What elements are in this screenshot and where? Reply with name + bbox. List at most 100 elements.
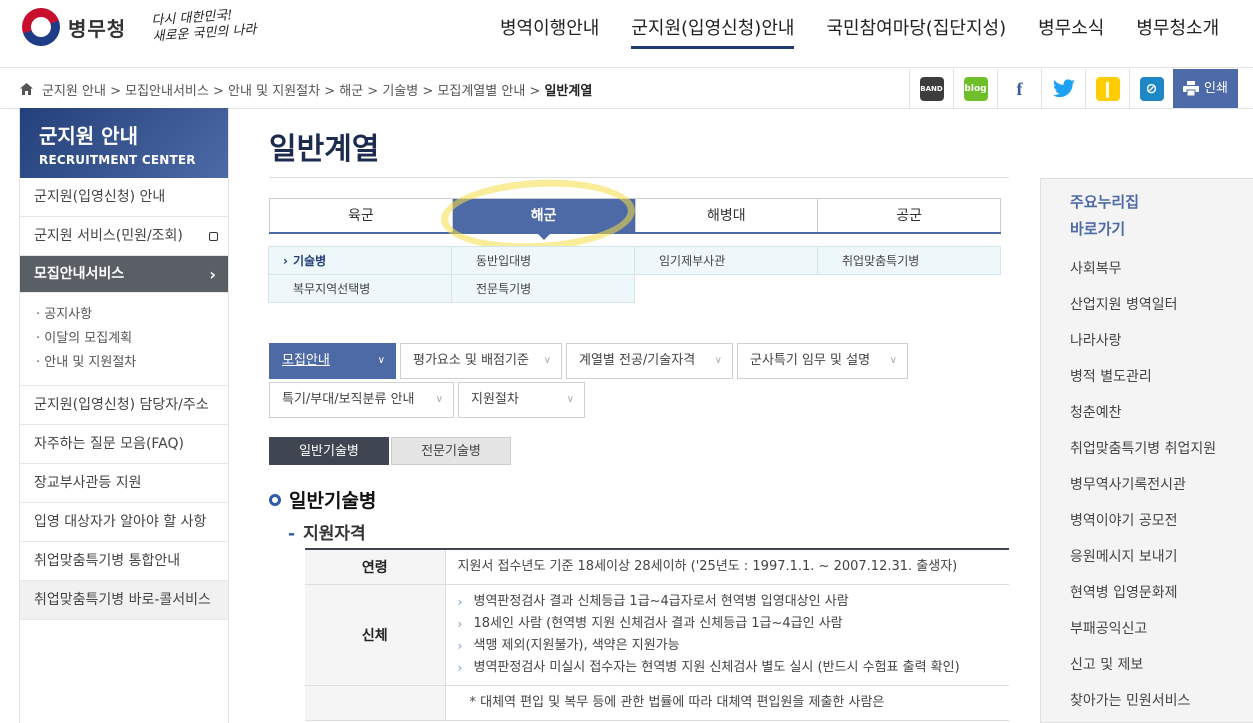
share-bar: BAND blog f ❙ ⊘ 인쇄 <box>909 69 1238 108</box>
divider <box>269 177 1009 178</box>
select-specialty-duty[interactable]: 군사특기 임무 및 설명 ∨ <box>737 343 908 379</box>
tab-airforce[interactable]: 공군 <box>817 199 1001 232</box>
blog-icon: blog <box>963 76 988 101</box>
chevron-down-icon: ∨ <box>543 355 551 366</box>
home-icon[interactable] <box>20 83 33 95</box>
printer-icon <box>1183 81 1200 96</box>
subcat-job-specialty[interactable]: 취업맞춤특기병 <box>817 246 1001 275</box>
quick-link[interactable]: 병무역사기록전시관 <box>1070 467 1253 503</box>
sidebar-title: 군지원 안내 RECRUITMENT CENTER <box>20 108 228 178</box>
sidebar-title-ko: 군지원 안내 <box>39 124 138 148</box>
quick-link[interactable]: 현역병 입영문화제 <box>1070 575 1253 611</box>
main-menu: 병역이행안내 군지원(입영신청)안내 국민참여마당(집단지성) 병무소식 병무청… <box>500 14 1251 49</box>
twitter-button[interactable] <box>1041 69 1085 108</box>
subcat-region-choice[interactable]: 복무지역선택병 <box>268 274 452 303</box>
subcat-professional[interactable]: 전문특기병 <box>451 274 635 303</box>
subcat-companion[interactable]: 동반입대병 <box>451 246 635 275</box>
quick-link[interactable]: 병적 별도관리 <box>1070 359 1253 395</box>
link-icon: ⊘ <box>1139 76 1164 101</box>
breadcrumb-current: 일반계열 <box>544 84 593 99</box>
list-item: 병역판정검사 미실시 접수자는 현역병 지원 신체검사 별도 실시 (반드시 수… <box>458 657 998 679</box>
quick-link[interactable]: 나라사랑 <box>1070 323 1253 359</box>
breadcrumb-item[interactable]: 모집계열별 안내 <box>437 84 525 99</box>
quick-link[interactable]: 응원메시지 보내기 <box>1070 539 1253 575</box>
sidebar-item-recruit-service[interactable]: 모집안내서비스 › <box>20 256 228 293</box>
sidebar-item-enlistment-guide[interactable]: 군지원(입영신청) 안내 <box>20 178 228 217</box>
sidebar-sub-procedure[interactable]: · 안내 및 지원절차 <box>36 351 228 375</box>
sidebar-item-notice-for-enlistees[interactable]: 입영 대상자가 알아야 할 사항 <box>20 503 228 542</box>
table-cell: 병역판정검사 결과 신체등급 1급~4급자로서 현역병 입영대상인 사람 18세… <box>445 584 1009 686</box>
sidebar-sub-notice[interactable]: · 공지사항 <box>36 303 228 327</box>
tech-tabs: 일반기술병 전문기술병 <box>269 437 513 465</box>
list-item: 18세인 사람 (현역병 지원 신체검사 결과 신체등급 1급~4급인 사람 <box>458 613 998 635</box>
row-header: 연령 <box>305 549 446 585</box>
sidebar-item-job-specialty[interactable]: 취업맞춤특기병 통합안내 <box>20 542 228 581</box>
section-heading: 일반기술병 <box>269 486 376 513</box>
blog-button[interactable]: blog <box>953 69 997 108</box>
sidebar-item-direct-call[interactable]: 취업맞춤특기병 바로-콜서비스 <box>20 581 228 620</box>
row-header: 신체 <box>305 584 446 686</box>
facebook-button[interactable]: f <box>997 69 1041 108</box>
sidebar-item-faq[interactable]: 자주하는 질문 모음(FAQ) <box>20 425 228 464</box>
quick-link[interactable]: 산업지원 병역일터 <box>1070 287 1253 323</box>
quick-link[interactable]: 부패공익신고 <box>1070 611 1253 647</box>
menu-participation[interactable]: 국민참여마당(집단지성) <box>826 14 1006 49</box>
select-procedure[interactable]: 지원절차 ∨ <box>458 382 585 418</box>
subcat-term-nco[interactable]: 임기제부사관 <box>634 246 818 275</box>
tab-professional-tech[interactable]: 전문기술병 <box>391 437 511 465</box>
sub-category-grid: 기술병 동반입대병 임기제부사관 취업맞춤특기병 복무지역선택병 전문특기병 <box>268 246 1001 303</box>
select-unit-classification[interactable]: 특기/부대/보직분류 안내 ∨ <box>269 382 454 418</box>
quick-link[interactable]: 청춘예찬 <box>1070 395 1253 431</box>
sidebar-item-officer[interactable]: 장교부사관등 지원 <box>20 464 228 503</box>
sidebar-sub-monthly-plan[interactable]: · 이달의 모집계획 <box>36 327 228 351</box>
quick-link[interactable]: 신고 및 제보 <box>1070 647 1253 683</box>
location-bar: 군지원 안내 > 모집안내서비스 > 안내 및 지원절차 > 해군 > 기술병 … <box>0 69 1253 109</box>
link-button[interactable]: ⊘ <box>1129 69 1173 108</box>
kakaostory-button[interactable]: ❙ <box>1085 69 1129 108</box>
select-major-license[interactable]: 계열별 전공/기술자격 ∨ <box>566 343 733 379</box>
breadcrumb-item[interactable]: 군지원 안내 <box>42 84 106 99</box>
sidebar-item-services[interactable]: 군지원 서비스(민원/조회) <box>20 217 228 256</box>
select-recruit-guide[interactable]: 모집안내 ∨ <box>269 343 396 379</box>
breadcrumb-item[interactable]: 안내 및 지원절차 <box>228 84 320 99</box>
quick-link[interactable]: 취업맞춤특기병 취업지원 <box>1070 431 1253 467</box>
chevron-right-icon: › <box>209 265 216 284</box>
tab-army[interactable]: 육군 <box>269 199 452 232</box>
qualification-table: 연령 지원서 접수년도 기준 18세이상 28세이하 ('25년도 : 1997… <box>305 548 1009 721</box>
content-select-row1: 모집안내 ∨ 평가요소 및 배점기준 ∨ 계열별 전공/기술자격 ∨ 군사특기 임무 … <box>269 343 912 379</box>
quick-link[interactable]: 사회복무 <box>1070 251 1253 287</box>
band-button[interactable]: BAND <box>909 69 953 108</box>
highlight-annotation <box>439 174 637 256</box>
table-cell: 지원서 접수년도 기준 18세이상 28세이하 ('25년도 : 1997.1.… <box>445 549 1009 585</box>
table-cell: * 대체역 편입 및 복무 등에 관한 법률에 따라 대체역 편입원을 제출한 … <box>445 685 1009 721</box>
sidebar-item-contact[interactable]: 군지원(입영신청) 담당자/주소 <box>20 386 228 425</box>
breadcrumb-item[interactable]: 해군 <box>339 84 363 99</box>
breadcrumb-item[interactable]: 모집안내서비스 <box>125 84 209 99</box>
menu-enlistment[interactable]: 군지원(입영신청)안내 <box>631 14 795 49</box>
print-button[interactable]: 인쇄 <box>1173 69 1238 108</box>
menu-service-guide[interactable]: 병역이행안내 <box>500 14 599 49</box>
page-title: 일반계열 <box>269 132 380 167</box>
circle-bullet-icon <box>269 493 281 506</box>
kakaostory-icon: ❙ <box>1095 76 1120 101</box>
quick-links: 주요누리집 바로가기 사회복무 산업지원 병역일터 나라사랑 병적 별도관리 청… <box>1040 178 1253 723</box>
logo-text: 병무청 <box>68 16 127 41</box>
select-evaluation[interactable]: 평가요소 및 배점기준 ∨ <box>400 343 562 379</box>
tab-general-tech[interactable]: 일반기술병 <box>269 437 389 465</box>
logo[interactable]: 병무청 <box>16 2 127 52</box>
menu-about[interactable]: 병무청소개 <box>1136 14 1219 49</box>
tab-marines[interactable]: 해병대 <box>634 199 818 232</box>
taegeuk-logo-icon <box>16 2 66 52</box>
subcat-technical[interactable]: 기술병 <box>268 246 452 276</box>
sidebar: 군지원 안내 RECRUITMENT CENTER 군지원(입영신청) 안내 군… <box>19 108 229 723</box>
breadcrumb: 군지원 안내 > 모집안내서비스 > 안내 및 지원절차 > 해군 > 기술병 … <box>42 84 593 99</box>
quick-link[interactable]: 찾아가는 민원서비스 <box>1070 683 1253 719</box>
quick-link[interactable]: 병역이야기 공모전 <box>1070 503 1253 539</box>
table-row: 연령 지원서 접수년도 기준 18세이상 28세이하 ('25년도 : 1997… <box>305 549 1009 585</box>
breadcrumb-item[interactable]: 기술병 <box>382 84 418 99</box>
facebook-icon: f <box>1016 78 1023 99</box>
slogan: 다시 대한민국! 새로운 국민의 나라 <box>151 6 257 45</box>
menu-news[interactable]: 병무소식 <box>1038 14 1104 49</box>
table-row: * 대체역 편입 및 복무 등에 관한 법률에 따라 대체역 편입원을 제출한 … <box>305 685 1009 721</box>
print-label: 인쇄 <box>1204 80 1228 96</box>
